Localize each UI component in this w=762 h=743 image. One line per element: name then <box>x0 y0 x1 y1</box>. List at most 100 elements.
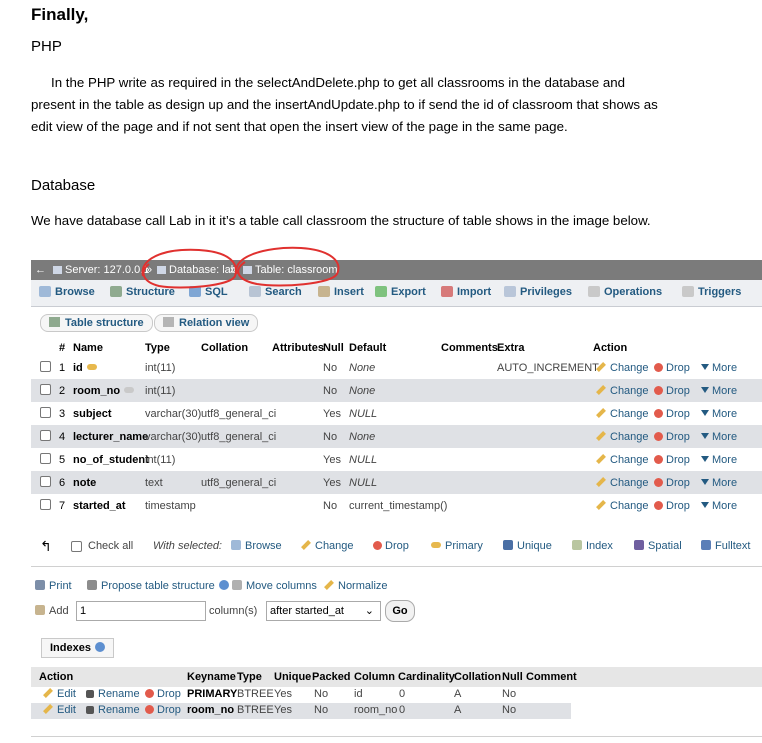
browse-icon <box>231 540 241 550</box>
rename-icon <box>86 690 94 698</box>
field-name: subject <box>73 408 112 420</box>
more-button[interactable]: More <box>701 477 737 489</box>
pencil-icon <box>596 500 606 510</box>
change-button[interactable]: Change <box>596 500 649 512</box>
more-button[interactable]: More <box>701 408 737 420</box>
index-edit-button[interactable]: Edit <box>43 688 76 700</box>
more-button[interactable]: More <box>701 500 737 512</box>
tools-row: Print Propose table structure Move colum… <box>31 578 762 596</box>
change-button[interactable]: Change <box>596 454 649 466</box>
drop-icon <box>654 455 663 464</box>
unique-icon <box>503 540 513 550</box>
php-line-1: In the PHP write as required in the sele… <box>51 75 626 90</box>
subtab-relation-view[interactable]: Relation view <box>154 314 259 332</box>
propose-structure-button[interactable]: Propose table structure <box>87 580 229 592</box>
drop-icon <box>654 478 663 487</box>
index-drop-button[interactable]: Drop <box>145 688 181 700</box>
drop-button[interactable]: Drop <box>654 477 690 489</box>
more-button[interactable]: More <box>701 362 737 374</box>
chevron-down-icon <box>701 387 709 393</box>
check-all-label[interactable]: Check all <box>88 540 133 552</box>
drop-button[interactable]: Drop <box>654 362 690 374</box>
rename-icon <box>86 706 94 714</box>
more-button[interactable]: More <box>701 431 737 443</box>
row-checkbox[interactable] <box>40 384 51 395</box>
indexes-header: Action Keyname Type Unique Packed Column… <box>31 667 762 687</box>
change-button[interactable]: Change <box>596 362 649 374</box>
check-all-checkbox[interactable] <box>71 541 82 552</box>
pencil-icon <box>596 431 606 441</box>
row-checkbox[interactable] <box>40 453 51 464</box>
row-checkbox[interactable] <box>40 499 51 510</box>
index-rename-button[interactable]: Rename <box>86 704 140 716</box>
drop-icon <box>373 541 382 550</box>
more-button[interactable]: More <box>701 454 737 466</box>
row-checkbox[interactable] <box>40 407 51 418</box>
index-drop-button[interactable]: Drop <box>145 704 181 716</box>
bulk-spatial-button[interactable]: Spatial <box>634 540 682 552</box>
heading-finally: Finally, <box>31 5 89 24</box>
drop-button[interactable]: Drop <box>654 408 690 420</box>
drop-icon <box>145 705 154 714</box>
php-line-3: edit view of the page and if not sent th… <box>31 119 568 134</box>
index-icon <box>572 540 582 550</box>
drop-button[interactable]: Drop <box>654 431 690 443</box>
row-checkbox[interactable] <box>40 430 51 441</box>
bulk-change-button[interactable]: Change <box>301 540 354 552</box>
drop-button[interactable]: Drop <box>654 500 690 512</box>
heading-php: PHP <box>31 38 62 55</box>
subtab-table-structure[interactable]: Table structure <box>40 314 153 332</box>
bulk-primary-button[interactable]: Primary <box>431 540 483 552</box>
fulltext-icon <box>701 540 711 550</box>
drop-icon <box>654 386 663 395</box>
more-button[interactable]: More <box>701 385 737 397</box>
drop-icon <box>145 689 154 698</box>
table-row: 4 lecturer_name varchar(30) utf8_general… <box>31 425 762 448</box>
phpmyadmin-screenshot: ← Server: 127.0.0.1 » Database: lab » Ta… <box>31 246 762 743</box>
divider <box>31 736 762 737</box>
bulk-unique-button[interactable]: Unique <box>503 540 552 552</box>
index-row: Edit Rename Drop room_no BTREE Yes No ro… <box>31 703 571 719</box>
add-count-input[interactable]: 1 <box>76 601 206 621</box>
add-columns-row: Add 1 column(s) after started_at ⌄ Go <box>31 600 762 624</box>
change-button[interactable]: Change <box>596 385 649 397</box>
pencil-icon <box>596 408 606 418</box>
change-button[interactable]: Change <box>596 477 649 489</box>
chevron-down-icon <box>701 456 709 462</box>
table-row: 2 room_no int(11) No None Change Drop Mo… <box>31 379 762 402</box>
row-checkbox[interactable] <box>40 476 51 487</box>
print-button[interactable]: Print <box>35 580 72 592</box>
heading-database: Database <box>31 177 96 194</box>
help-icon <box>94 642 105 652</box>
go-button[interactable]: Go <box>385 600 415 622</box>
index-rename-button[interactable]: Rename <box>86 688 140 700</box>
bulk-browse-button[interactable]: Browse <box>231 540 282 552</box>
pencil-icon <box>43 704 53 714</box>
move-columns-button[interactable]: Move columns <box>232 580 317 592</box>
drop-button[interactable]: Drop <box>654 385 690 397</box>
indexes-toggle[interactable]: Indexes <box>41 638 114 658</box>
col-header-type: Type <box>145 342 170 354</box>
arrow-up-icon: ↰ <box>40 538 52 554</box>
annotation-circle-table <box>235 246 340 287</box>
bulk-index-button[interactable]: Index <box>572 540 613 552</box>
bulk-fulltext-button[interactable]: Fulltext <box>701 540 750 552</box>
add-position-select[interactable]: after started_at ⌄ <box>266 601 381 621</box>
field-name: started_at <box>73 500 126 512</box>
change-button[interactable]: Change <box>596 408 649 420</box>
bulk-drop-button[interactable]: Drop <box>373 540 409 552</box>
col-header-extra: Extra <box>497 342 525 354</box>
row-checkbox[interactable] <box>40 361 51 372</box>
chevron-down-icon <box>701 502 709 508</box>
pencil-icon <box>596 454 606 464</box>
chevron-down-icon <box>701 433 709 439</box>
change-button[interactable]: Change <box>596 431 649 443</box>
col-header-attributes: Attributes <box>272 342 324 354</box>
index-edit-button[interactable]: Edit <box>43 704 76 716</box>
drop-button[interactable]: Drop <box>654 454 690 466</box>
spatial-icon <box>634 540 644 550</box>
field-name: note <box>73 477 97 489</box>
table-row: 5 no_of_student int(11) Yes NULL Change … <box>31 448 762 471</box>
normalize-button[interactable]: Normalize <box>324 580 388 592</box>
col-header-name[interactable]: Name <box>73 342 103 354</box>
